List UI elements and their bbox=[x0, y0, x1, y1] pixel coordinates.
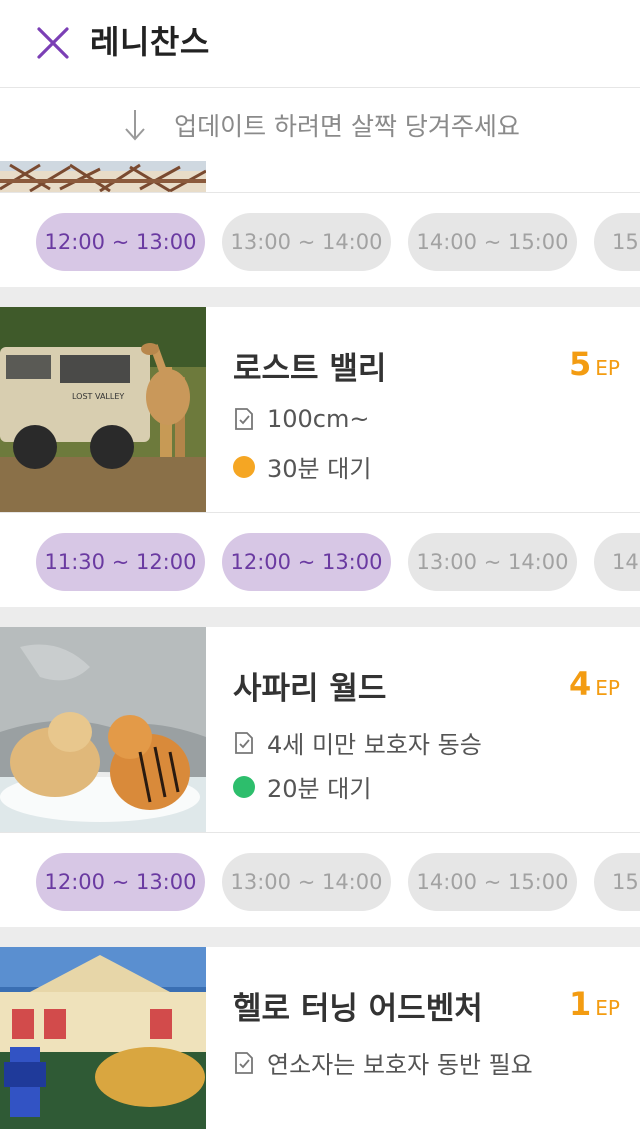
ep-unit: EP bbox=[595, 356, 620, 380]
svg-text:LOST VALLEY: LOST VALLEY bbox=[72, 392, 124, 401]
pull-to-refresh-text: 업데이트 하려면 살짝 당겨주세요 bbox=[174, 112, 520, 141]
time-slot[interactable]: 12:00 ~ 13:00 bbox=[36, 853, 205, 911]
restriction-text: 연소자는 보호자 동반 필요 bbox=[267, 1051, 533, 1079]
time-slot[interactable]: 11:30 ~ 12:00 bbox=[36, 533, 205, 591]
attraction-name: 사파리 월드 bbox=[233, 671, 387, 707]
ep-value: 4 bbox=[569, 665, 592, 703]
ep-unit: EP bbox=[595, 676, 620, 700]
ep-unit: EP bbox=[595, 996, 620, 1020]
attraction-card[interactable]: 사파리 월드 4 EP 4세 미만 보호자 동승 20분 대기 bbox=[0, 627, 640, 832]
restriction-row: 연소자는 보호자 동반 필요 bbox=[233, 1045, 533, 1080]
ep-badge: 5 EP bbox=[569, 345, 620, 383]
section-gap bbox=[0, 607, 640, 627]
time-slot-row: 11:30 ~ 12:00 12:00 ~ 13:00 13:00 ~ 14:0… bbox=[0, 513, 640, 607]
time-slot[interactable]: 15:00 ~ 16:00 bbox=[594, 853, 640, 911]
wait-status-dot bbox=[233, 775, 255, 798]
ep-value: 5 bbox=[569, 345, 592, 383]
hello-turning-adventure-image bbox=[0, 947, 206, 1129]
time-slot[interactable]: 14:00 ~ 15:00 bbox=[594, 533, 640, 591]
check-document-icon bbox=[233, 406, 257, 432]
ep-badge: 1 EP bbox=[569, 985, 620, 1023]
time-slot[interactable]: 15:00 ~ 16:00 bbox=[594, 213, 640, 271]
attraction-card[interactable]: LOST VALLEY 로스트 밸리 5 EP 100cm~ 30분 대기 bbox=[0, 307, 640, 512]
time-slot[interactable]: 14:00 ~ 15:00 bbox=[408, 853, 577, 911]
close-icon bbox=[37, 27, 69, 59]
safari-world-image bbox=[0, 627, 206, 832]
restriction-row: 100cm~ bbox=[233, 405, 370, 433]
restriction-row: 4세 미만 보호자 동승 bbox=[233, 725, 482, 760]
section-gap bbox=[0, 927, 640, 947]
page-title: 레니찬스 bbox=[90, 23, 210, 61]
roller-coaster-image bbox=[0, 161, 206, 192]
restriction-text: 100cm~ bbox=[267, 405, 370, 433]
wait-time: 30분 대기 bbox=[267, 455, 372, 483]
time-slot-row: 12:00 ~ 13:00 13:00 ~ 14:00 14:00 ~ 15:0… bbox=[0, 833, 640, 927]
ep-value: 1 bbox=[569, 985, 592, 1023]
close-button[interactable] bbox=[28, 18, 78, 68]
wait-row: 20분 대기 bbox=[233, 769, 371, 804]
time-slot[interactable]: 13:00 ~ 14:00 bbox=[222, 853, 391, 911]
section-gap bbox=[0, 287, 640, 307]
arrow-down-icon bbox=[120, 105, 150, 145]
check-document-icon bbox=[233, 1050, 257, 1076]
wait-time: 20분 대기 bbox=[267, 775, 372, 803]
attraction-name: 헬로 터닝 어드벤처 bbox=[233, 991, 483, 1027]
time-slot[interactable]: 14:00 ~ 15:00 bbox=[408, 213, 577, 271]
attraction-name: 로스트 밸리 bbox=[233, 351, 387, 387]
time-slot-row: 12:00 ~ 13:00 13:00 ~ 14:00 14:00 ~ 15:0… bbox=[0, 193, 640, 287]
time-slot[interactable]: 12:00 ~ 13:00 bbox=[222, 533, 391, 591]
pull-to-refresh[interactable]: 업데이트 하려면 살짝 당겨주세요 bbox=[0, 89, 640, 161]
wait-status-dot bbox=[233, 455, 255, 478]
restriction-text: 4세 미만 보호자 동승 bbox=[267, 731, 482, 759]
ep-badge: 4 EP bbox=[569, 665, 620, 703]
app-header: 레니찬스 bbox=[0, 0, 640, 88]
time-slot[interactable]: 13:00 ~ 14:00 bbox=[222, 213, 391, 271]
time-slot[interactable]: 13:00 ~ 14:00 bbox=[408, 533, 577, 591]
check-document-icon bbox=[233, 730, 257, 756]
lost-valley-image: LOST VALLEY bbox=[0, 307, 206, 512]
attraction-card[interactable]: 헬로 터닝 어드벤처 1 EP 연소자는 보호자 동반 필요 bbox=[0, 947, 640, 1129]
time-slot[interactable]: 12:00 ~ 13:00 bbox=[36, 213, 205, 271]
wait-row: 30분 대기 bbox=[233, 449, 371, 484]
